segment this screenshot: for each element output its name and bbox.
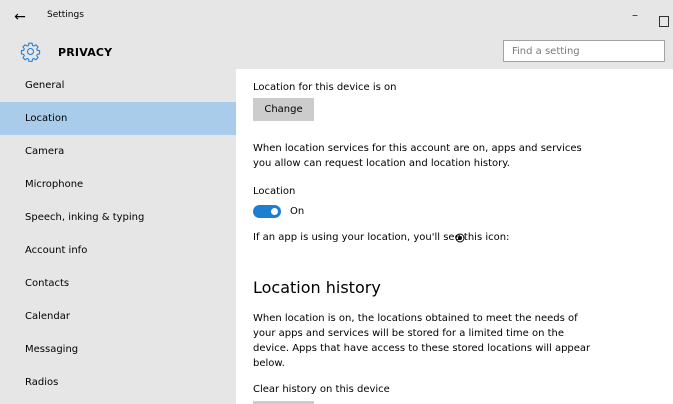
history-description-line-4: below. — [253, 358, 285, 369]
sidebar-item-radios[interactable]: Radios — [0, 366, 236, 399]
toggle-state-label: On — [290, 206, 305, 217]
location-toggle[interactable] — [253, 205, 281, 218]
page-title: PRIVACY — [58, 46, 113, 59]
history-description-line-1: When location is on, the locations obtai… — [253, 313, 578, 324]
device-location-status: Location for this device is on — [253, 82, 397, 93]
sidebar-item-microphone[interactable]: Microphone — [0, 168, 236, 201]
sidebar-item-location[interactable]: Location — [0, 102, 236, 135]
gear-icon — [20, 42, 41, 62]
history-description-line-3: device. Apps that have access to these s… — [253, 343, 591, 354]
clear-history-label: Clear history on this device — [253, 384, 390, 395]
change-button[interactable]: Change — [253, 98, 314, 121]
sidebar: General Location Camera Microphone Speec… — [0, 69, 236, 404]
minimize-button[interactable]: – — [625, 8, 645, 28]
title-bar: ← Settings – — [0, 0, 673, 34]
services-description-line-2: you allow can request location and locat… — [253, 158, 510, 169]
services-description-line-1: When location services for this account … — [253, 143, 582, 154]
toggle-knob — [271, 208, 278, 215]
sidebar-item-contacts[interactable]: Contacts — [0, 267, 236, 300]
sidebar-item-camera[interactable]: Camera — [0, 135, 236, 168]
sidebar-item-calendar[interactable]: Calendar — [0, 300, 236, 333]
back-button[interactable]: ← — [9, 7, 31, 27]
sidebar-item-speech[interactable]: Speech, inking & typing — [0, 201, 236, 234]
sidebar-item-account-info[interactable]: Account info — [0, 234, 236, 267]
location-toggle-label: Location — [253, 186, 296, 197]
location-in-use-icon — [455, 233, 465, 243]
maximize-button[interactable] — [659, 16, 669, 27]
settings-window: ← Settings – PRIVACY General Location Ca… — [0, 0, 673, 404]
window-title: Settings — [47, 10, 84, 20]
location-icon-note: If an app is using your location, you'll… — [253, 232, 510, 243]
location-history-heading: Location history — [253, 278, 381, 297]
history-description-line-2: your apps and services will be stored fo… — [253, 328, 564, 339]
sidebar-item-messaging[interactable]: Messaging — [0, 333, 236, 366]
search-input[interactable] — [503, 40, 665, 62]
sidebar-item-general[interactable]: General — [0, 69, 236, 102]
